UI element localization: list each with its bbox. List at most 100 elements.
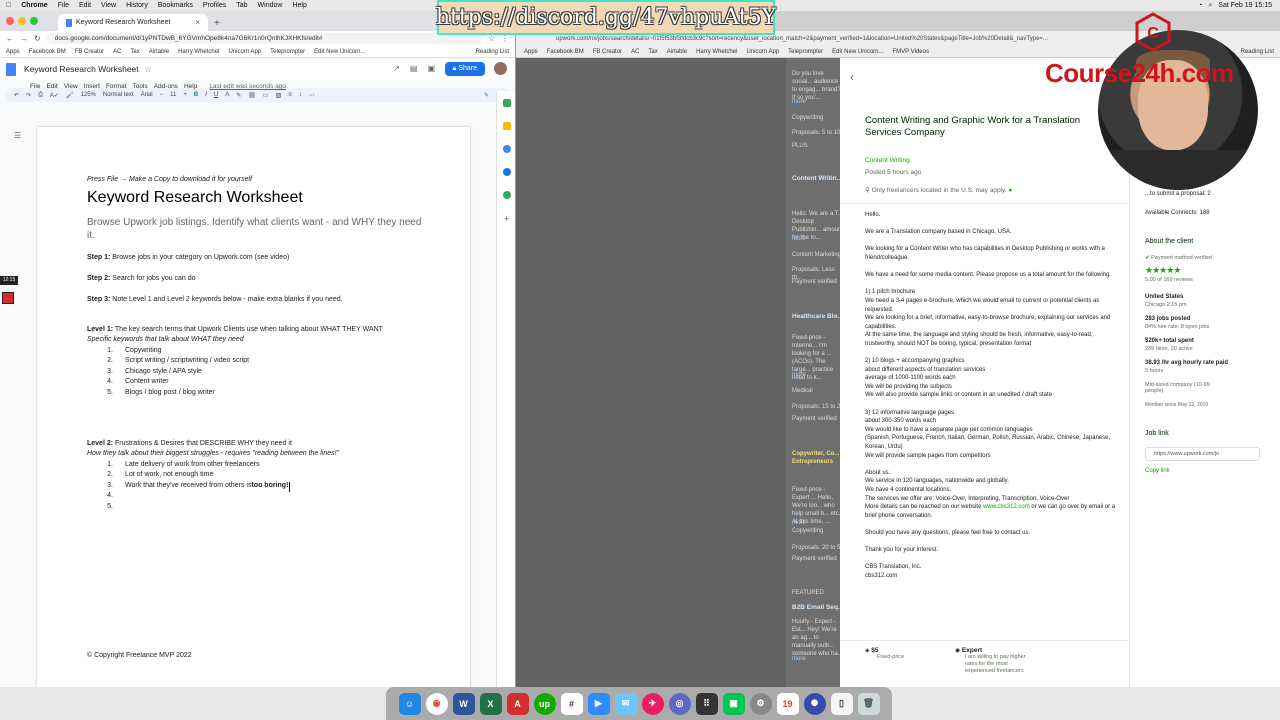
docs-menu-format[interactable]: Format	[106, 83, 127, 90]
font-size-input[interactable]: 11	[170, 92, 176, 98]
keep-icon[interactable]	[502, 122, 511, 130]
contacts-icon[interactable]	[502, 168, 511, 176]
style-select[interactable]: Normal text	[103, 92, 134, 98]
activity-icon[interactable]: ↗	[393, 64, 400, 73]
bold-button[interactable]: B	[194, 92, 198, 98]
italic-button[interactable]: I	[205, 92, 207, 98]
address-bar[interactable]: docs.google.com/document/d/1yPNTDwB_6YGV…	[46, 33, 482, 44]
more-link[interactable]: more	[792, 655, 844, 663]
extensions-icon[interactable]: ⋮	[501, 34, 509, 43]
menu-history[interactable]: History	[126, 2, 148, 9]
reading-list[interactable]: Reading List	[1241, 49, 1274, 55]
apple-icon[interactable]: 	[6, 2, 11, 9]
docs-menu-addons[interactable]: Add-ons	[154, 83, 178, 90]
reload-icon[interactable]: ↻	[34, 34, 41, 43]
reading-list[interactable]: Reading List	[476, 49, 509, 55]
highlight-icon[interactable]: ✎	[236, 92, 241, 99]
docs-menu-edit[interactable]: Edit	[46, 83, 57, 90]
document-page[interactable]: Press File → Make a Copy to download it …	[37, 127, 470, 687]
docs-logo-icon[interactable]	[6, 62, 16, 76]
copy-link-button[interactable]: Copy link	[1145, 468, 1170, 474]
image-icon[interactable]: ▨	[276, 92, 282, 99]
bookmark-facebook-bm[interactable]: Facebook BM	[29, 49, 66, 55]
acrobat-icon[interactable]: A	[506, 692, 529, 715]
bookmark-fb-creator[interactable]: FB Creator	[593, 49, 622, 55]
maps-icon[interactable]	[502, 191, 511, 199]
skill-tag[interactable]: Content Marketing	[792, 251, 844, 259]
editing-mode-icon[interactable]: ✎	[484, 92, 489, 99]
bookmark-airtable[interactable]: Airtable	[149, 49, 169, 55]
avatar[interactable]	[494, 62, 507, 75]
comment-icon[interactable]: ▭	[263, 92, 269, 99]
documents-folder-icon[interactable]: ▯	[830, 692, 853, 715]
job-title-link[interactable]: Copywriter, Co... Entrepreneurs	[792, 450, 844, 466]
back-arrow-icon[interactable]: ‹	[850, 70, 854, 84]
wifi-icon[interactable]: ◔	[1198, 2, 1202, 9]
docs-menu-view[interactable]: View	[64, 83, 78, 90]
tasks-icon[interactable]	[502, 145, 511, 153]
bookmark-apps[interactable]: Apps	[524, 49, 538, 55]
upwork-icon[interactable]: up	[533, 692, 556, 715]
bookmark-edit-unicorn[interactable]: Edit New Unicorn...	[832, 49, 883, 55]
calendar-icon[interactable]: 19	[776, 692, 799, 715]
more-icon[interactable]: ⋯	[309, 92, 315, 99]
help-icon[interactable]: ●	[1008, 187, 1012, 194]
new-tab-button[interactable]: +	[214, 18, 220, 29]
airmail-icon[interactable]: ✈	[641, 692, 664, 715]
increase-font-icon[interactable]: +	[183, 92, 187, 98]
docs-menu-tools[interactable]: Tools	[133, 83, 148, 90]
bookmark-harry[interactable]: Harry Whetchel	[178, 49, 219, 55]
spellcheck-icon[interactable]: A✓	[50, 92, 59, 99]
chrome-icon[interactable]: ◉	[425, 692, 448, 715]
paint-format-icon[interactable]: 🖌︎	[66, 92, 74, 99]
bookmark-teleprompter[interactable]: Teleprompter	[788, 49, 823, 55]
forward-icon[interactable]: →	[20, 34, 28, 43]
screenshot-icon[interactable]: ◎	[668, 692, 691, 715]
docs-menu-file[interactable]: File	[30, 83, 40, 90]
job-link-input[interactable]: https://www.upwork.com/jo	[1145, 447, 1260, 461]
docs-menu-help[interactable]: Help	[184, 83, 197, 90]
bookmark-tax[interactable]: Tax	[648, 49, 657, 55]
excel-icon[interactable]: X	[479, 692, 502, 715]
bookmark-edit-unicorn[interactable]: Edit New Unicorn...	[314, 49, 365, 55]
bookmark-ac[interactable]: AC	[631, 49, 639, 55]
search-icon[interactable]: ⌕	[1208, 2, 1212, 10]
line-spacing-icon[interactable]: ↕	[299, 92, 302, 98]
job-category-link[interactable]: Content Writing	[865, 157, 910, 164]
trash-icon[interactable]: 🗑︎	[857, 692, 880, 715]
star-doc-icon[interactable]: ☆	[145, 65, 152, 74]
slack-icon[interactable]: #	[560, 692, 583, 715]
meet-icon[interactable]: ▣	[427, 64, 435, 73]
job-title-link[interactable]: Healthcare Blo...	[792, 313, 844, 321]
minimize-window-button[interactable]	[18, 17, 26, 25]
undo-icon[interactable]: ↶	[14, 92, 19, 99]
close-window-button[interactable]	[6, 17, 14, 25]
menubar-clock[interactable]: Sat Feb 19 15:15	[1218, 2, 1272, 9]
outline-icon[interactable]: ☰	[14, 131, 21, 140]
menu-profiles[interactable]: Profiles	[203, 2, 226, 9]
more-link[interactable]: more	[792, 371, 844, 379]
bookmark-fmvp[interactable]: FMVP Videos	[893, 49, 929, 55]
underline-button[interactable]: U	[214, 92, 218, 98]
menu-chrome[interactable]: Chrome	[21, 2, 47, 9]
skill-tag[interactable]: Copywriting	[792, 527, 844, 535]
more-link[interactable]: more	[792, 235, 844, 243]
align-icon[interactable]: ≡	[288, 92, 292, 98]
website-link[interactable]: www.cbs312.com	[983, 504, 1030, 510]
menu-bookmarks[interactable]: Bookmarks	[158, 2, 193, 9]
redo-icon[interactable]: ↷	[26, 92, 31, 99]
bookmark-unicorn[interactable]: Unicorn App	[746, 49, 779, 55]
job-title-link[interactable]: Content Writin...	[792, 175, 844, 183]
add-on-icon[interactable]: +	[497, 214, 515, 224]
docs-menu-insert[interactable]: Insert	[84, 83, 100, 90]
launchpad-icon[interactable]: ⠿	[695, 692, 718, 715]
bookmark-apps[interactable]: Apps	[6, 49, 20, 55]
share-button[interactable]: 🔒︎ Share	[444, 62, 485, 76]
more-link[interactable]: more	[792, 98, 844, 106]
last-edit-link[interactable]: Last edit was seconds ago	[209, 83, 286, 90]
zoom-icon[interactable]: ▶	[587, 692, 610, 715]
bookmark-harry[interactable]: Harry Whetchel	[696, 49, 737, 55]
menu-window[interactable]: Window	[258, 2, 283, 9]
facetime-icon[interactable]: ▣	[722, 692, 745, 715]
settings-icon[interactable]: ⚙	[749, 692, 772, 715]
